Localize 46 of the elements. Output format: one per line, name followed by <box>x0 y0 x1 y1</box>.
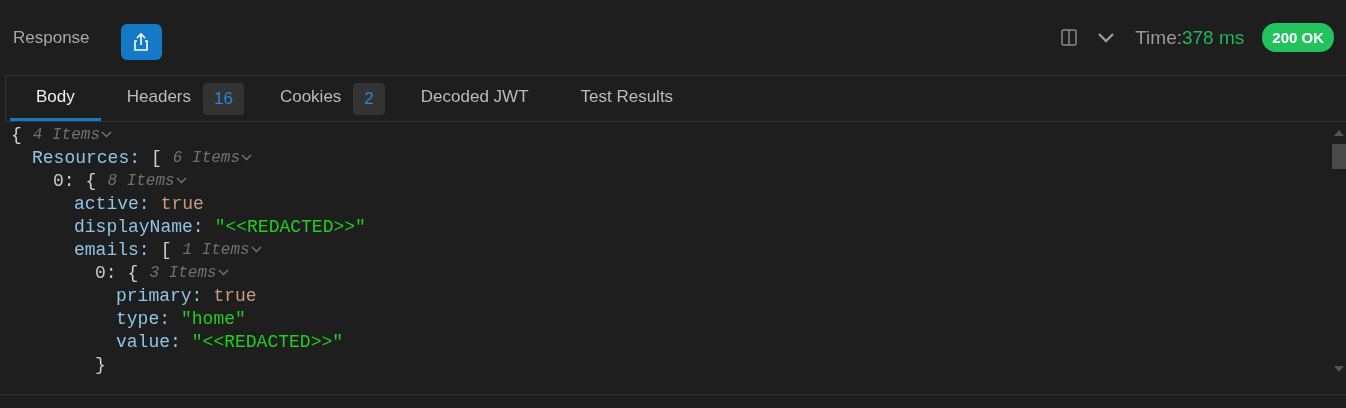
scroll-down-icon[interactable] <box>1334 366 1344 372</box>
item-count: 8 Items <box>107 171 175 192</box>
bracket: { <box>127 262 139 285</box>
collapse-caret-icon[interactable] <box>101 131 113 138</box>
tab[interactable]: Cookies <box>253 76 354 121</box>
collapse-caret-icon[interactable] <box>217 269 229 276</box>
chevron-down-icon[interactable] <box>1097 31 1116 44</box>
collapse-caret-icon[interactable] <box>175 177 187 184</box>
json-key: active: <box>74 193 150 216</box>
bracket: { <box>85 170 97 193</box>
item-count: 1 Items <box>182 240 250 261</box>
json-key: emails: <box>74 239 150 262</box>
json-value: "<<REDACTED>>" <box>214 216 366 239</box>
item-count: 3 Items <box>149 263 217 284</box>
tab[interactable]: Body <box>10 76 101 121</box>
json-key: primary: <box>116 285 203 308</box>
json-key: 0: <box>95 262 117 285</box>
share-button[interactable] <box>120 23 162 60</box>
json-key: displayName: <box>74 216 204 239</box>
item-count: 6 Items <box>172 148 241 169</box>
scroll-up-icon[interactable] <box>1334 130 1344 136</box>
response-title: Response <box>13 27 90 48</box>
count-badge: 2 <box>353 82 385 115</box>
json-key: 0: <box>53 170 75 193</box>
closing-brace: } <box>95 354 106 377</box>
count-badge: 16 <box>203 82 244 115</box>
json-key: type: <box>116 308 170 331</box>
split-view-icon[interactable] <box>1061 29 1078 46</box>
response-time: Time:378 ms <box>1135 26 1245 49</box>
tab[interactable]: Decoded JWT <box>394 76 555 121</box>
json-value: "home" <box>181 308 246 331</box>
json-value: true <box>160 193 204 216</box>
scroll-thumb[interactable] <box>1332 144 1346 169</box>
bracket: [ <box>160 239 172 262</box>
collapse-caret-icon[interactable] <box>241 154 253 161</box>
json-key: value: <box>116 331 181 354</box>
bracket: { <box>11 124 22 147</box>
tab[interactable]: Headers <box>100 76 203 121</box>
json-key: Resources: <box>32 147 141 170</box>
item-count: 4 Items <box>32 125 101 146</box>
collapse-caret-icon[interactable] <box>250 246 262 253</box>
json-value: true <box>213 285 257 308</box>
bracket: [ <box>151 147 162 170</box>
status-badge: 200 OK <box>1262 23 1334 52</box>
tab[interactable]: Test Results <box>554 76 700 121</box>
json-value: "<<REDACTED>>" <box>191 331 344 354</box>
